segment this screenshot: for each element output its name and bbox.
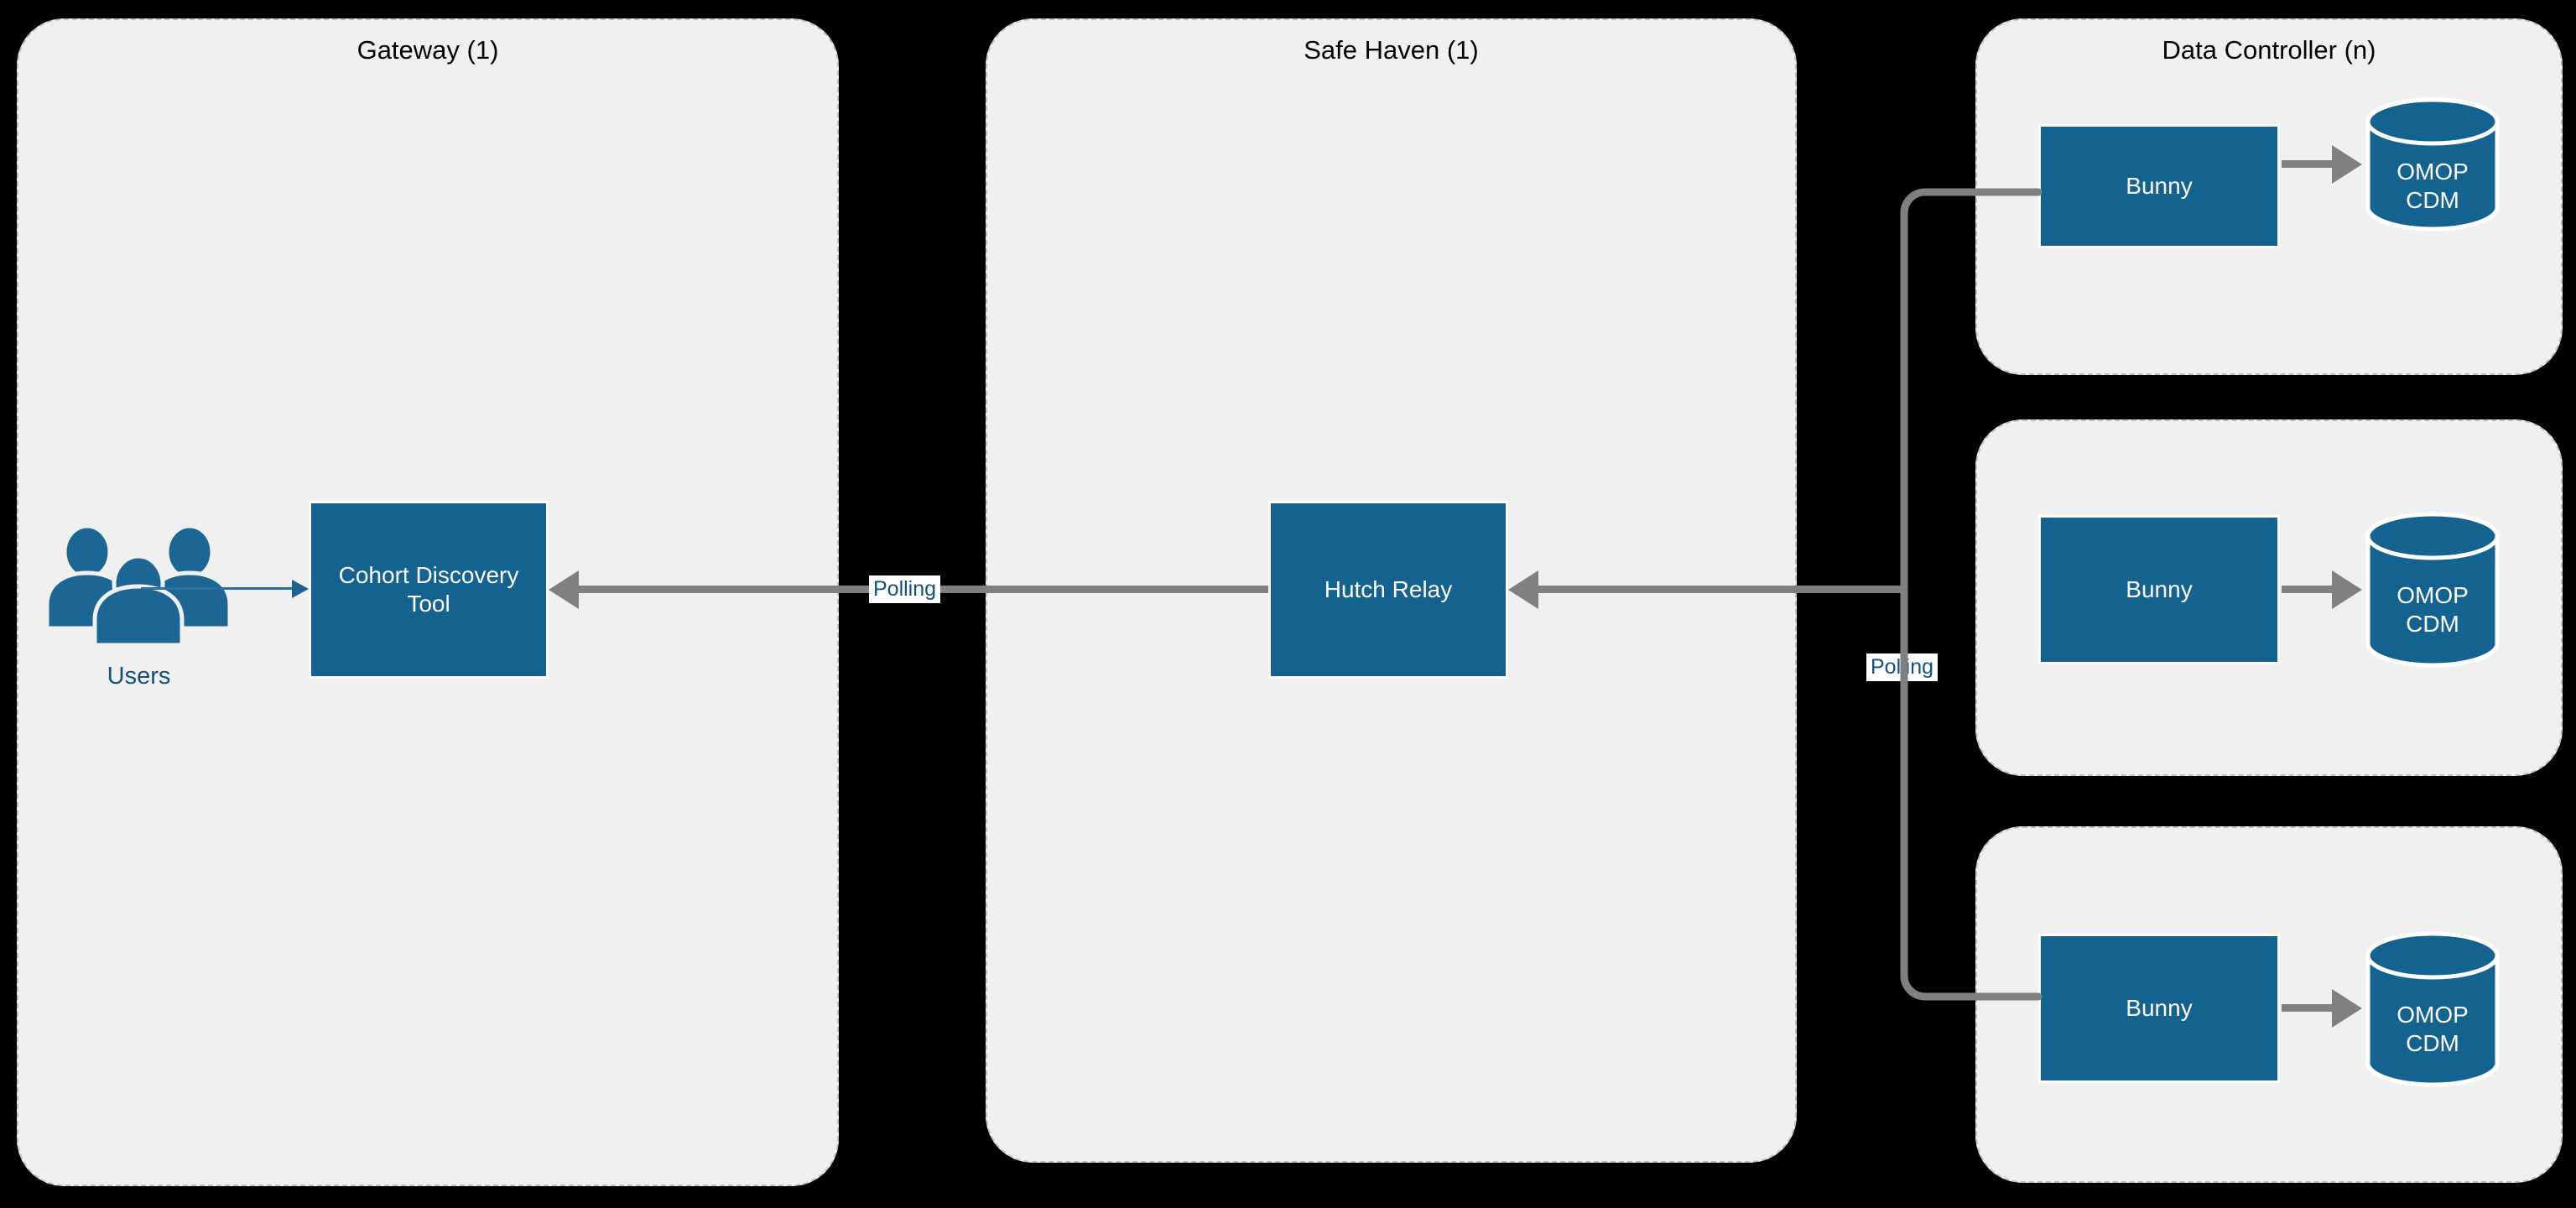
database-cylinder-icon-bot[interactable]: OMOP CDM [2364, 931, 2501, 1087]
zone-safe-haven-title: Safe Haven (1) [1304, 35, 1479, 65]
zone-data-controller-top-title: Data Controller (n) [2162, 35, 2376, 65]
users-label: Users [107, 663, 171, 690]
bunny-polling-bus [1892, 180, 2059, 1019]
node-bunny-mid-label: Bunny [2126, 575, 2193, 602]
edge-relay-to-cdt-arrowhead [549, 570, 579, 609]
node-bunny-top[interactable]: Bunny [2038, 124, 2280, 248]
edge-relay-to-cdt-label: Polling [869, 575, 941, 603]
edge-bunny-top-to-omop-line [2282, 160, 2332, 168]
edge-bunny-mid-to-omop-line [2282, 586, 2332, 593]
edge-bus-to-relay-arrowhead [1508, 570, 1538, 609]
edge-users-to-cdt-line [141, 587, 292, 590]
architecture-diagram: Gateway (1) Users Cohort Discovery Tool … [0, 0, 2576, 1208]
edge-bunny-top-to-omop-arrowhead [2332, 145, 2362, 184]
node-bunny-bot-label: Bunny [2126, 994, 2193, 1021]
node-bunny-top-label: Bunny [2126, 172, 2193, 199]
database-cylinder-icon-mid[interactable]: OMOP CDM [2364, 512, 2501, 668]
database-cylinder-icon-top[interactable]: OMOP CDM [2364, 97, 2501, 232]
users-icon [40, 512, 237, 646]
node-bunny-mid[interactable]: Bunny [2038, 515, 2280, 664]
edge-users-to-cdt-arrowhead [292, 580, 309, 598]
node-bunny-bot[interactable]: Bunny [2038, 934, 2280, 1083]
edge-bunny-mid-to-omop-arrowhead [2332, 570, 2362, 609]
node-hutch-relay-label: Hutch Relay [1324, 575, 1453, 602]
edge-bus-to-relay-line [1538, 586, 1907, 593]
edge-bunny-bot-to-omop-arrowhead [2332, 989, 2362, 1028]
zone-gateway-title: Gateway (1) [356, 35, 499, 65]
node-hutch-relay[interactable]: Hutch Relay [1268, 501, 1508, 679]
edge-bunny-bot-to-omop-line [2282, 1004, 2332, 1012]
node-cohort-discovery-tool-label: Cohort Discovery Tool [338, 561, 519, 617]
node-cohort-discovery-tool[interactable]: Cohort Discovery Tool [309, 501, 549, 679]
